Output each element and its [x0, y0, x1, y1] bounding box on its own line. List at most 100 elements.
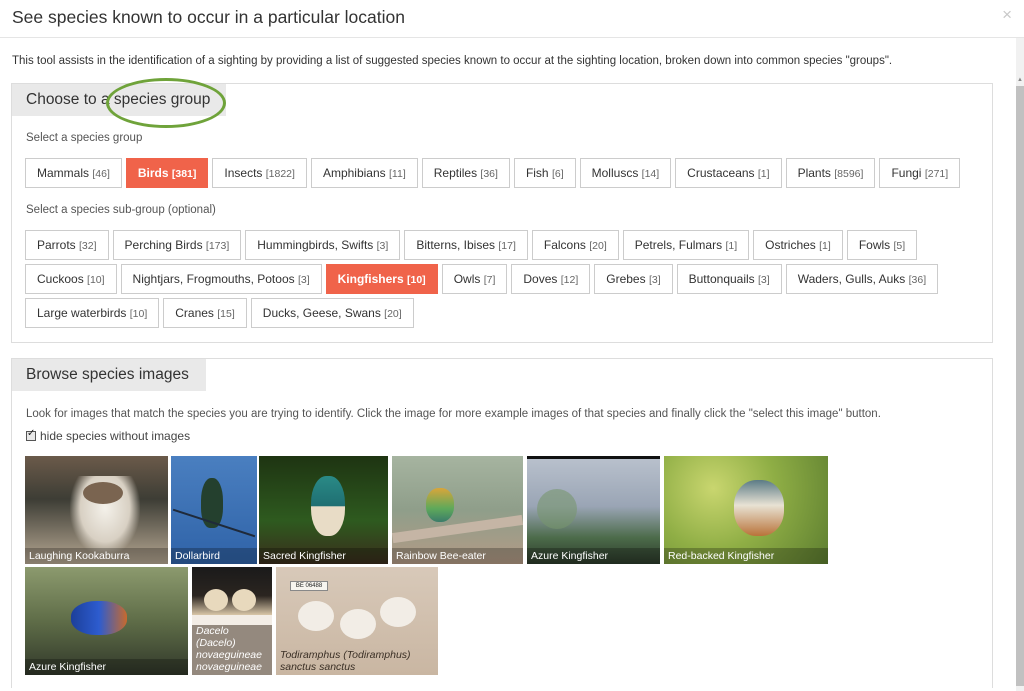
subgroup-count: [36] — [908, 274, 927, 286]
subgroup-button-ducks-geese-swans[interactable]: Ducks, Geese, Swans [20] — [250, 298, 414, 328]
scroll-up-icon[interactable]: ▲ — [1016, 76, 1024, 84]
group-button-birds[interactable]: Birds [381] — [125, 158, 209, 188]
image-caption: Azure Kingfisher — [527, 548, 660, 564]
species-group-heading: Choose to a species group — [12, 84, 226, 116]
species-image-azure-kingfisher[interactable]: Azure Kingfisher — [527, 456, 660, 564]
group-count: [271] — [924, 168, 949, 180]
subgroup-button-cranes[interactable]: Cranes [15] — [163, 298, 247, 328]
subgroup-count: [20] — [589, 240, 607, 252]
subgroup-count: [3] — [297, 274, 310, 286]
subgroup-count: [12] — [560, 274, 579, 286]
subgroup-button-nightjars-frogmouths-potoos[interactable]: Nightjars, Frogmouths, Potoos [3] — [120, 264, 322, 294]
subgroup-name: Perching Birds — [124, 238, 206, 252]
group-name: Mammals — [37, 166, 93, 180]
close-icon[interactable]: × — [1002, 6, 1012, 23]
group-button-fish[interactable]: Fish [6] — [513, 158, 576, 188]
species-image-laughing-kookaburra[interactable]: Laughing Kookaburra — [25, 456, 168, 564]
group-count: [11] — [389, 168, 406, 180]
subgroup-count: [3] — [648, 274, 661, 286]
subgroup-name: Kingfishers — [337, 272, 407, 286]
species-image-sacred-kingfisher[interactable]: Sacred Kingfisher — [259, 456, 388, 564]
subgroup-button-large-waterbirds[interactable]: Large waterbirds [10] — [25, 298, 160, 328]
subgroup-name: Hummingbirds, Swifts — [257, 238, 377, 252]
species-image-dacelo-specimen[interactable]: Dacelo (Dacelo) novaeguineae novaeguinea… — [192, 567, 272, 675]
group-button-crustaceans[interactable]: Crustaceans [1] — [675, 158, 782, 188]
subgroup-count: [10] — [129, 308, 148, 320]
image-caption: Dollarbird — [171, 548, 257, 564]
image-caption: Todiramphus (Todiramphus) sanctus sanctu… — [280, 649, 411, 673]
subgroup-name: Grebes — [606, 272, 649, 286]
group-button-insects[interactable]: Insects [1822] — [212, 158, 307, 188]
group-button-reptiles[interactable]: Reptiles [36] — [421, 158, 510, 188]
group-name: Plants — [797, 166, 835, 180]
hide-without-images-checkbox[interactable] — [26, 428, 36, 441]
group-name: Reptiles — [433, 166, 481, 180]
group-button-plants[interactable]: Plants [8596] — [785, 158, 876, 188]
subgroup-buttons-row-3: Large waterbirds [10] Cranes [15] Ducks, G… — [25, 298, 414, 328]
specimen-tag: BE 06488 — [290, 581, 328, 591]
species-image-rainbow-bee-eater[interactable]: Rainbow Bee-eater — [392, 456, 523, 564]
image-caption: Dacelo (Dacelo) novaeguineae novaeguinea… — [192, 625, 272, 675]
subgroup-count: [17] — [498, 240, 516, 252]
dialog-title: See species known to occur in a particul… — [12, 7, 405, 27]
subgroup-button-fowls[interactable]: Fowls [5] — [846, 230, 918, 260]
subgroup-name: Owls — [453, 272, 484, 286]
subgroup-button-kingfishers[interactable]: Kingfishers [10] — [325, 264, 438, 294]
subgroup-button-owls[interactable]: Owls [7] — [441, 264, 508, 294]
subgroup-count: [3] — [376, 240, 389, 252]
subgroup-name: Doves — [523, 272, 561, 286]
subgroup-name: Cranes — [175, 306, 218, 320]
subgroup-name: Ostriches — [765, 238, 820, 252]
subgroup-button-buttonquails[interactable]: Buttonquails [3] — [676, 264, 782, 294]
group-name: Birds — [137, 166, 172, 180]
subgroup-name: Falcons — [543, 238, 590, 252]
species-image-red-backed-kingfisher[interactable]: Red-backed Kingfisher — [664, 456, 828, 564]
group-buttons: Mammals [46] Birds [381] Insects [1822] Amp… — [25, 158, 961, 188]
subgroup-count: [1] — [725, 240, 738, 252]
subgroup-button-falcons[interactable]: Falcons [20] — [531, 230, 619, 260]
group-count: [1822] — [265, 168, 295, 180]
group-count: [6] — [551, 168, 564, 180]
group-button-fungi[interactable]: Fungi [271] — [879, 158, 961, 188]
subgroup-label: Select a species sub-group (optional) — [26, 204, 216, 216]
image-caption: Red-backed Kingfisher — [664, 548, 828, 564]
subgroup-button-petrels-fulmars[interactable]: Petrels, Fulmars [1] — [622, 230, 750, 260]
species-image-azure-kingfisher-2[interactable]: Azure Kingfisher — [25, 567, 188, 675]
subgroup-button-ostriches[interactable]: Ostriches [1] — [753, 230, 843, 260]
group-button-mammals[interactable]: Mammals [46] — [25, 158, 122, 188]
group-count: [36] — [480, 168, 498, 180]
subgroup-name: Ducks, Geese, Swans — [262, 306, 385, 320]
subgroup-name: Nightjars, Frogmouths, Potoos — [132, 272, 298, 286]
subgroup-button-doves[interactable]: Doves [12] — [511, 264, 591, 294]
subgroup-button-perching-birds[interactable]: Perching Birds [173] — [112, 230, 242, 260]
subgroup-buttons-row-1: Parrots [32] Perching Birds [173] Hummingb… — [25, 230, 918, 260]
group-name: Amphibians — [322, 166, 389, 180]
subgroup-button-waders-gulls-auks[interactable]: Waders, Gulls, Auks [36] — [785, 264, 939, 294]
browse-images-panel: Browse species images Look for images th… — [11, 358, 993, 688]
scroll-thumb[interactable] — [1016, 86, 1024, 686]
subgroup-count: [32] — [79, 240, 97, 252]
subgroup-buttons-row-2: Cuckoos [10] Nightjars, Frogmouths, Potoo… — [25, 264, 939, 294]
image-caption: Laughing Kookaburra — [25, 548, 168, 564]
subgroup-button-grebes[interactable]: Grebes [3] — [594, 264, 673, 294]
subgroup-count: [173] — [205, 240, 230, 252]
subgroup-button-cuckoos[interactable]: Cuckoos [10] — [25, 264, 117, 294]
subgroup-name: Buttonquails — [688, 272, 759, 286]
subgroup-button-parrots[interactable]: Parrots [32] — [25, 230, 109, 260]
image-caption: Sacred Kingfisher — [259, 548, 388, 564]
subgroup-name: Parrots — [37, 238, 80, 252]
subgroup-name: Bitterns, Ibises — [416, 238, 499, 252]
species-image-todiramphus-specimen[interactable]: BE 06488 Todiramphus (Todiramphus) sanct… — [276, 567, 438, 675]
subgroup-name: Large waterbirds — [37, 306, 130, 320]
hide-without-images-option[interactable]: hide species without images — [26, 428, 190, 443]
species-image-dollarbird[interactable]: Dollarbird — [171, 456, 257, 564]
group-button-molluscs[interactable]: Molluscs [14] — [579, 158, 672, 188]
subgroup-count: [3] — [758, 274, 770, 286]
group-name: Molluscs — [591, 166, 642, 180]
subgroup-button-hummingbirds-swifts[interactable]: Hummingbirds, Swifts [3] — [245, 230, 401, 260]
subgroup-button-bitterns-ibises[interactable]: Bitterns, Ibises [17] — [404, 230, 528, 260]
scrollbar[interactable]: ▲ — [1016, 38, 1024, 691]
group-button-amphibians[interactable]: Amphibians [11] — [310, 158, 418, 188]
subgroup-count: [10] — [407, 274, 426, 286]
group-name: Insects — [224, 166, 266, 180]
